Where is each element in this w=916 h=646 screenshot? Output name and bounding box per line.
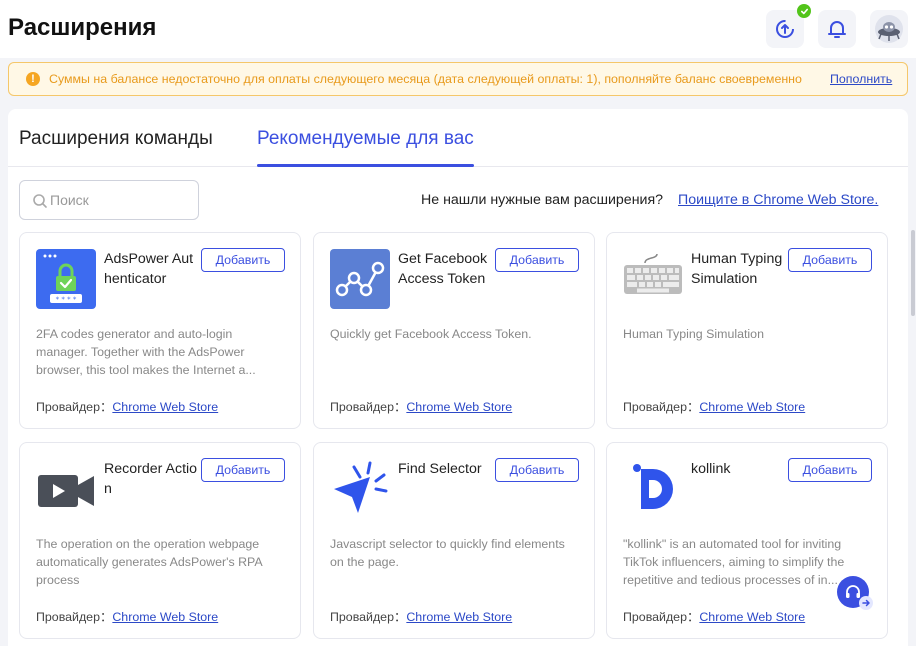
card-description: The operation on the operation webpage a…	[36, 537, 262, 587]
card-provider: Провайдер：Chrome Web Store	[36, 400, 219, 414]
card-provider: Провайдер：Chrome Web Store	[330, 400, 513, 414]
card-title: Get Facebook Access Token	[398, 251, 488, 287]
card-description: Human Typing Simulation	[623, 327, 764, 341]
svg-text:* * * *: * * * *	[56, 296, 77, 304]
avatar-icon	[875, 15, 903, 43]
balance-notice: ! Суммы на балансе недостаточно для опла…	[8, 62, 908, 96]
sync-icon	[776, 20, 794, 38]
page-title: Расширения	[8, 14, 157, 41]
page-header: Расширения	[0, 0, 916, 58]
extension-card-recorder-action: Recorder Action Добавить The operation o…	[19, 442, 301, 639]
search-icon	[33, 194, 47, 208]
notice-text: Суммы на балансе недостаточно для оплаты…	[49, 72, 802, 86]
tab-bar: Расширения команды Рекомендуемые для вас	[8, 109, 908, 167]
card-description: "kollink" is an automated tool for invit…	[623, 537, 845, 587]
extension-card-human-typing: Human Typing Simulation Добавить Human T…	[606, 232, 888, 429]
adspower-authenticator-icon: * * * *	[36, 249, 96, 309]
avatar[interactable]	[870, 10, 908, 48]
kollink-logo-icon	[633, 464, 673, 509]
tab-recommended[interactable]: Рекомендуемые для вас	[257, 128, 474, 150]
warning-icon: !	[26, 72, 40, 86]
search-box[interactable]	[19, 180, 199, 220]
card-title: Human Typing Simulation	[691, 251, 783, 287]
provider-link[interactable]: Chrome Web Store	[112, 610, 218, 624]
extension-card-kollink: kollink Добавить "kollink" is an automat…	[606, 442, 888, 639]
bell-icon	[828, 21, 846, 38]
card-title: kollink	[691, 461, 731, 477]
provider-link[interactable]: Chrome Web Store	[112, 400, 218, 414]
provider-link[interactable]: Chrome Web Store	[699, 400, 805, 414]
add-button[interactable]: Добавить	[201, 248, 285, 272]
arrow-right-icon	[859, 596, 873, 610]
card-title: AdsPower Authenticator	[104, 251, 194, 287]
keyboard-icon	[624, 253, 682, 294]
check-icon	[797, 4, 811, 18]
provider-link[interactable]: Chrome Web Store	[406, 400, 512, 414]
notifications-button[interactable]	[818, 10, 856, 48]
video-camera-icon	[38, 475, 94, 507]
cursor-click-icon	[334, 461, 388, 513]
top-up-link[interactable]: Пополнить	[830, 72, 892, 86]
add-button[interactable]: Добавить	[495, 248, 579, 272]
card-description: Quickly get Facebook Access Token.	[330, 327, 532, 341]
provider-link[interactable]: Chrome Web Store	[406, 610, 512, 624]
extensions-panel: Расширения команды Рекомендуемые для вас…	[8, 109, 908, 646]
facebook-token-icon	[330, 249, 390, 309]
add-button[interactable]: Добавить	[201, 458, 285, 482]
provider-link[interactable]: Chrome Web Store	[699, 610, 805, 624]
extension-card-facebook-token: Get Facebook Access Token Добавить Quick…	[313, 232, 595, 429]
card-description: 2FA codes generator and auto-login manag…	[36, 327, 256, 377]
card-provider: Провайдер：Chrome Web Store	[623, 400, 806, 414]
scrollbar-thumb[interactable]	[911, 230, 915, 316]
card-title: Recorder Action	[104, 461, 198, 497]
store-hint-text: Не нашли нужные вам расширения?	[421, 192, 664, 208]
card-provider: Провайдер：Chrome Web Store	[623, 610, 806, 624]
chrome-web-store-search-link[interactable]: Поищите в Chrome Web Store.	[678, 192, 878, 208]
add-button[interactable]: Добавить	[788, 458, 872, 482]
card-provider: Провайдер：Chrome Web Store	[330, 610, 513, 624]
search-input[interactable]	[50, 190, 190, 210]
active-tab-indicator	[257, 164, 474, 167]
card-provider: Провайдер：Chrome Web Store	[36, 610, 219, 624]
extension-card-find-selector: Find Selector Добавить Javascript select…	[313, 442, 595, 639]
card-description: Javascript selector to quickly find elem…	[330, 537, 565, 569]
tab-team-extensions[interactable]: Расширения команды	[19, 128, 213, 150]
card-title: Find Selector	[398, 461, 482, 477]
extension-card-adspower-authenticator: * * * * AdsPower Authenticator Добавить …	[19, 232, 301, 429]
add-button[interactable]: Добавить	[495, 458, 579, 482]
add-button[interactable]: Добавить	[788, 248, 872, 272]
